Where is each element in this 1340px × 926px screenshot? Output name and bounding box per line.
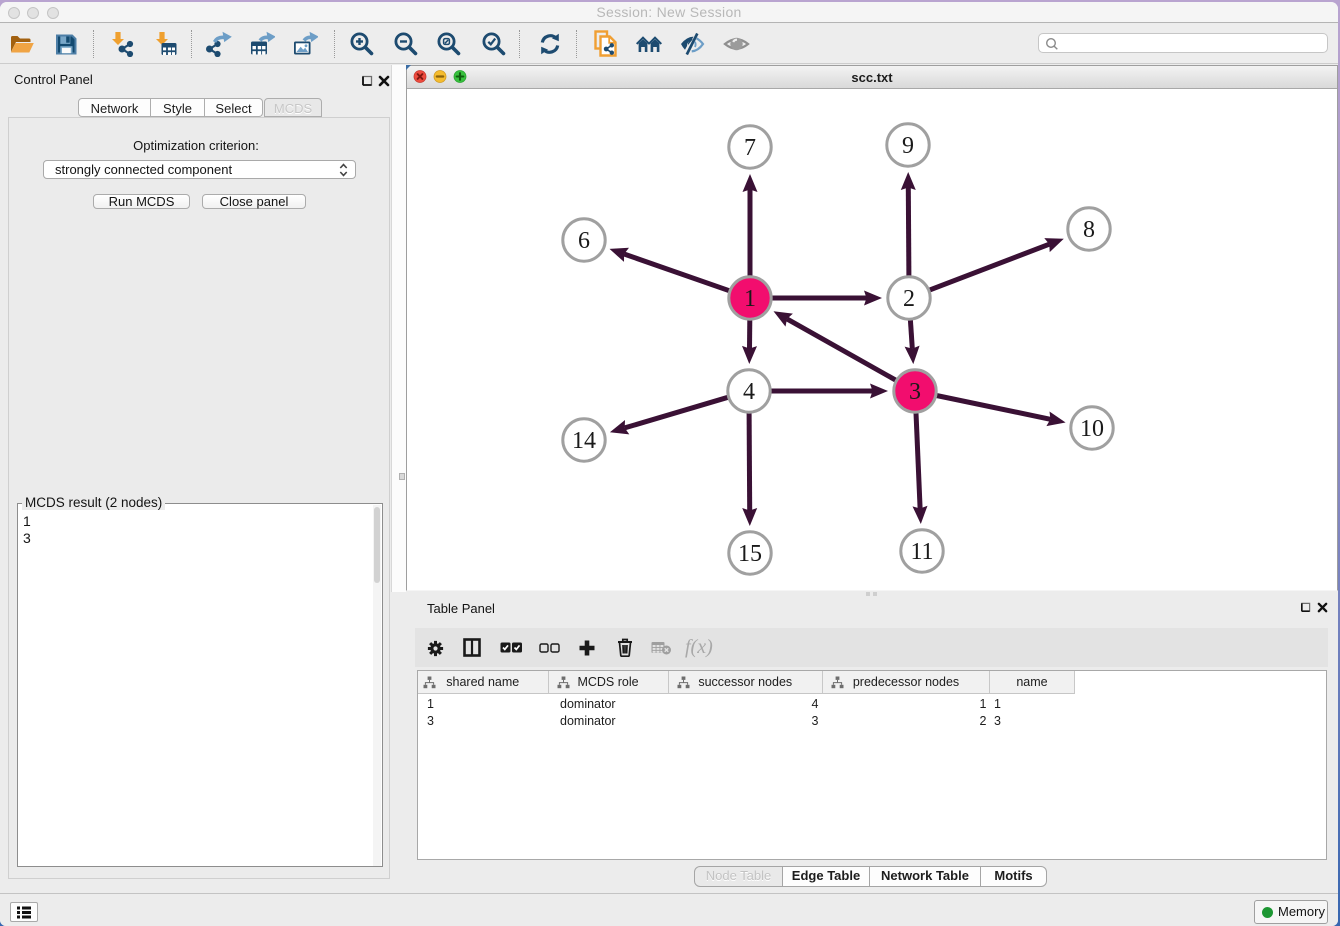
svg-text:9: 9 (902, 133, 914, 159)
svg-text:7: 7 (744, 135, 756, 161)
svg-text:3: 3 (909, 379, 921, 405)
svg-text:10: 10 (1080, 416, 1104, 442)
svg-text:15: 15 (738, 541, 762, 567)
svg-text:11: 11 (910, 539, 933, 565)
svg-text:6: 6 (578, 228, 590, 254)
svg-text:1: 1 (744, 286, 756, 312)
svg-text:4: 4 (743, 379, 755, 405)
svg-text:2: 2 (903, 286, 915, 312)
svg-text:8: 8 (1083, 217, 1095, 243)
svg-text:14: 14 (572, 428, 596, 454)
